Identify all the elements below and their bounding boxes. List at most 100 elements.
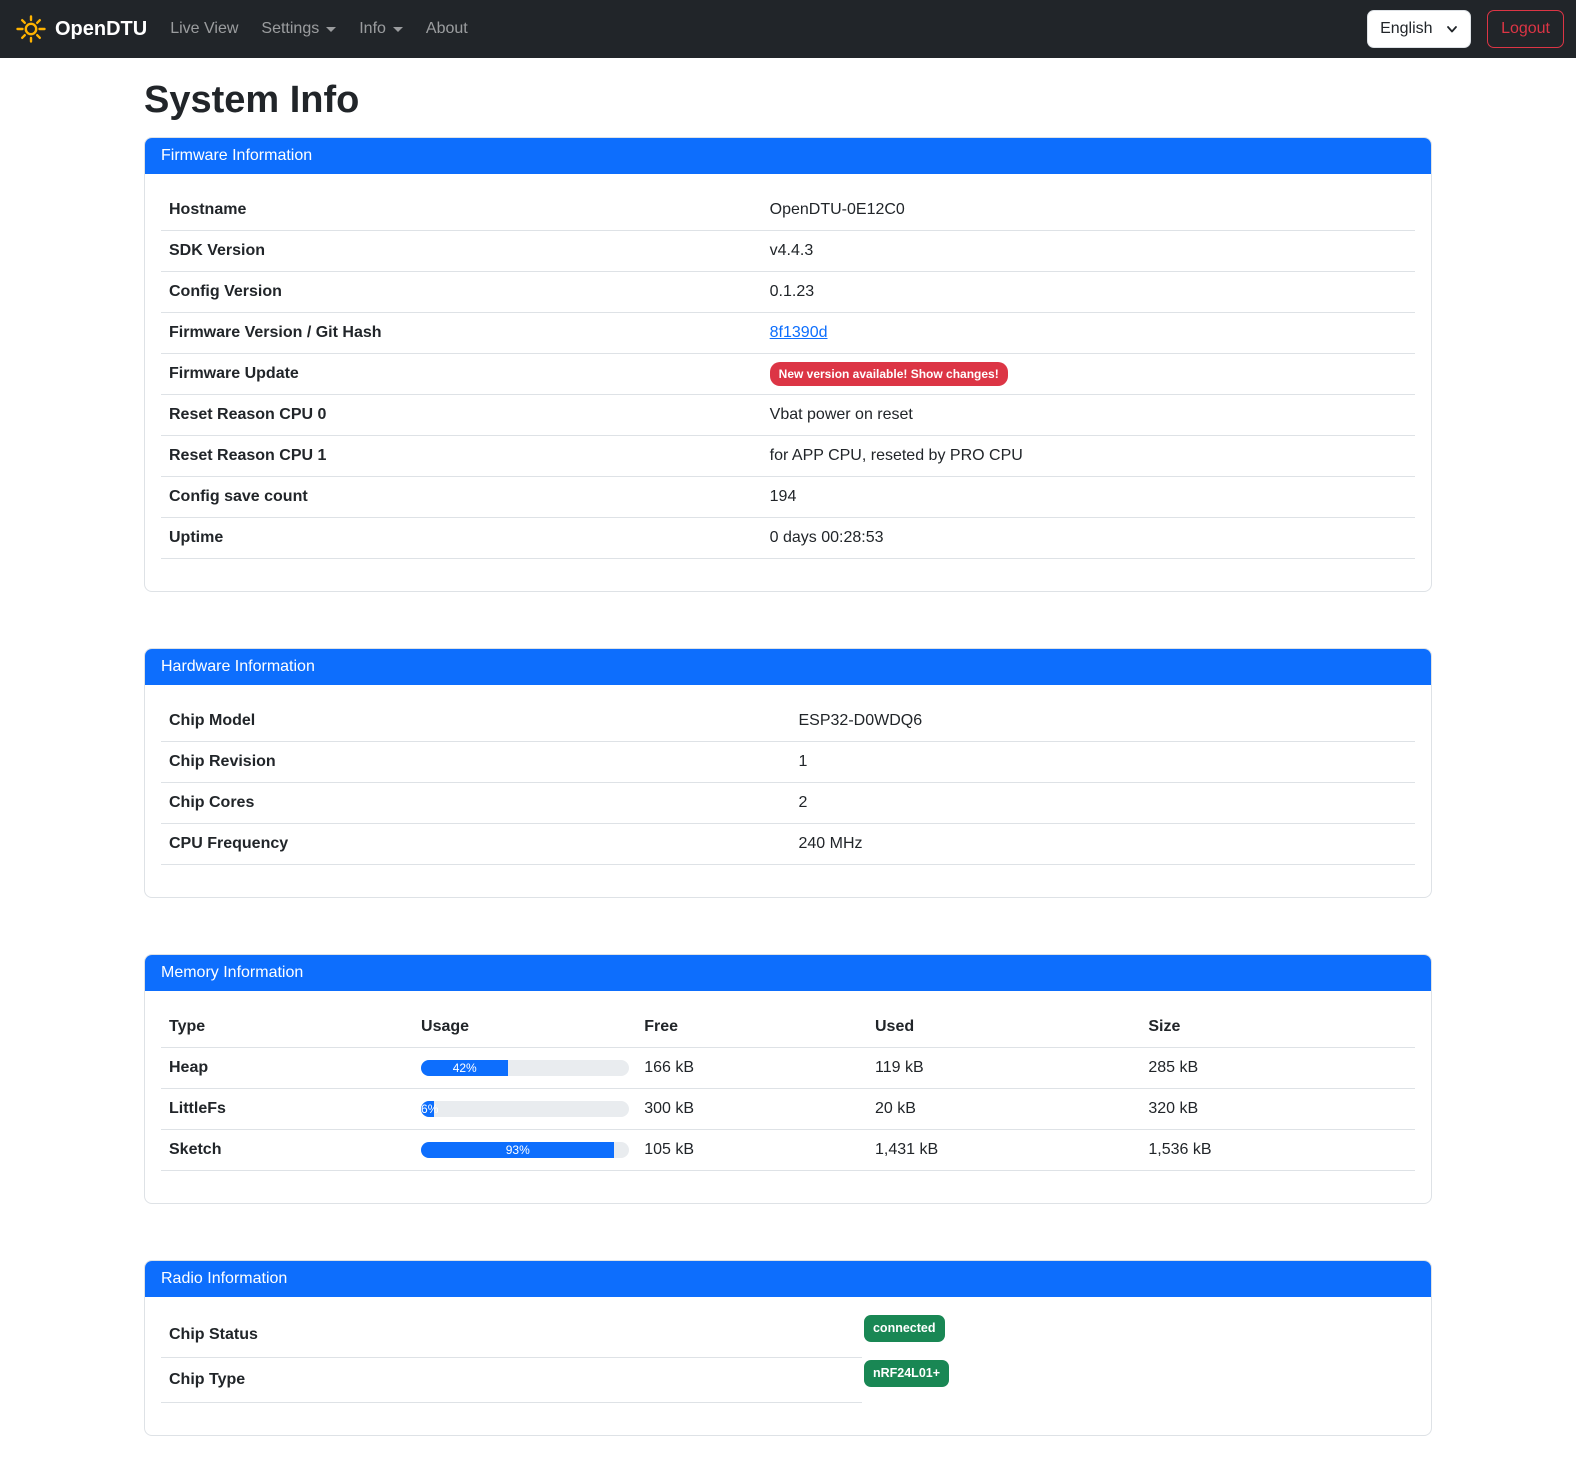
column-header-type: Type xyxy=(161,1007,413,1047)
card-header-radio: Radio Information xyxy=(145,1261,1431,1297)
radio-information-card: Radio Information Chip Status connected … xyxy=(144,1260,1432,1436)
progressbar-fill: 42% xyxy=(421,1060,508,1076)
page-title: System Info xyxy=(144,79,1432,122)
nav-item-info[interactable]: Info xyxy=(350,12,412,46)
progressbar-fill: 6% xyxy=(421,1101,433,1117)
table-row: Firmware Update New version available! S… xyxy=(161,354,1415,395)
nav-item-about[interactable]: About xyxy=(417,12,477,46)
row-label: Chip Model xyxy=(161,705,791,737)
row-label: Reset Reason CPU 0 xyxy=(161,399,762,431)
table-row: Reset Reason CPU 0 Vbat power on reset xyxy=(161,395,1415,436)
sketch-free-value: 105 kB xyxy=(636,1130,867,1170)
hostname-value: OpenDTU-0E12C0 xyxy=(762,194,1415,226)
table-row: Firmware Version / Git Hash 8f1390d xyxy=(161,313,1415,354)
memory-information-card: Memory Information Type Usage Free Used … xyxy=(144,954,1432,1204)
chip-type-badge: nRF24L01+ xyxy=(864,1360,949,1387)
new-version-badge[interactable]: New version available! Show changes! xyxy=(770,362,1008,386)
navbar: OpenDTU Live View Settings Info About En… xyxy=(0,0,1576,58)
cpu-frequency-value: 240 MHz xyxy=(791,828,1416,860)
memory-type-label: LittleFs xyxy=(161,1089,413,1129)
reset-reason-cpu0-value: Vbat power on reset xyxy=(762,399,1415,431)
table-row: Sketch 93% 105 kB 1,431 kB 1,536 kB xyxy=(161,1130,1415,1171)
littlefs-usage-progressbar: 6% xyxy=(421,1101,629,1117)
column-header-used: Used xyxy=(867,1007,1140,1047)
card-header-hardware: Hardware Information xyxy=(145,649,1431,685)
nav-item-label: About xyxy=(426,20,468,38)
table-row: CPU Frequency 240 MHz xyxy=(161,824,1415,865)
table-row: SDK Version v4.4.3 xyxy=(161,231,1415,272)
table-row: Chip Cores 2 xyxy=(161,783,1415,824)
memory-type-label: Sketch xyxy=(161,1130,413,1170)
memory-type-label: Heap xyxy=(161,1048,413,1088)
language-select[interactable]: English xyxy=(1367,10,1471,48)
caret-down-icon xyxy=(393,27,403,32)
chip-revision-value: 1 xyxy=(791,746,1416,778)
table-row: Chip Model ESP32-D0WDQ6 xyxy=(161,701,1415,742)
row-label: Chip Type xyxy=(161,1358,862,1403)
nav-item-settings[interactable]: Settings xyxy=(252,12,345,46)
sun-icon xyxy=(16,14,46,44)
logout-button[interactable]: Logout xyxy=(1487,10,1564,48)
language-select-value: English xyxy=(1380,20,1432,38)
progressbar-fill: 93% xyxy=(421,1142,614,1158)
hardware-information-card: Hardware Information Chip Model ESP32-D0… xyxy=(144,648,1432,898)
reset-reason-cpu1-value: for APP CPU, reseted by PRO CPU xyxy=(762,440,1415,472)
column-header-free: Free xyxy=(636,1007,867,1047)
hardware-table: Chip Model ESP32-D0WDQ6 Chip Revision 1 … xyxy=(161,701,1415,865)
sketch-usage-progressbar: 93% xyxy=(421,1142,629,1158)
chevron-down-icon xyxy=(1446,23,1458,35)
row-label: SDK Version xyxy=(161,235,762,267)
column-header-size: Size xyxy=(1140,1007,1415,1047)
table-row: Uptime 0 days 00:28:53 xyxy=(161,518,1415,559)
table-row: Heap 42% 166 kB 119 kB 285 kB xyxy=(161,1048,1415,1089)
brand-label: OpenDTU xyxy=(55,18,147,41)
row-label: Chip Revision xyxy=(161,746,791,778)
config-version-value: 0.1.23 xyxy=(762,276,1415,308)
uptime-value: 0 days 00:28:53 xyxy=(762,522,1415,554)
config-save-count-value: 194 xyxy=(762,481,1415,513)
nav-item-label: Live View xyxy=(170,20,238,38)
sketch-used-value: 1,431 kB xyxy=(867,1130,1140,1170)
nav-links: Live View Settings Info About xyxy=(161,12,482,46)
heap-free-value: 166 kB xyxy=(636,1048,867,1088)
firmware-table: Hostname OpenDTU-0E12C0 SDK Version v4.4… xyxy=(161,190,1415,559)
table-row: Reset Reason CPU 1 for APP CPU, reseted … xyxy=(161,436,1415,477)
git-hash-link[interactable]: 8f1390d xyxy=(770,324,828,341)
table-header-row: Type Usage Free Used Size xyxy=(161,1007,1415,1048)
sketch-size-value: 1,536 kB xyxy=(1140,1130,1415,1170)
row-label: Reset Reason CPU 1 xyxy=(161,440,762,472)
row-label: Config Version xyxy=(161,276,762,308)
nav-item-live-view[interactable]: Live View xyxy=(161,12,247,46)
chip-cores-value: 2 xyxy=(791,787,1416,819)
table-row: LittleFs 6% 300 kB 20 kB 320 kB xyxy=(161,1089,1415,1130)
table-row: Chip Revision 1 xyxy=(161,742,1415,783)
row-label: Config save count xyxy=(161,481,762,513)
row-label: Firmware Update xyxy=(161,358,762,390)
table-row: Chip Type nRF24L01+ xyxy=(161,1358,1415,1403)
row-label: Chip Status xyxy=(161,1313,862,1358)
littlefs-free-value: 300 kB xyxy=(636,1089,867,1129)
sdk-version-value: v4.4.3 xyxy=(762,235,1415,267)
table-row: Config save count 194 xyxy=(161,477,1415,518)
table-row: Chip Status connected xyxy=(161,1313,1415,1358)
row-label: Firmware Version / Git Hash xyxy=(161,317,762,349)
brand-link[interactable]: OpenDTU xyxy=(16,14,147,44)
table-row: Hostname OpenDTU-0E12C0 xyxy=(161,190,1415,231)
table-row: Config Version 0.1.23 xyxy=(161,272,1415,313)
heap-size-value: 285 kB xyxy=(1140,1048,1415,1088)
littlefs-used-value: 20 kB xyxy=(867,1089,1140,1129)
row-label: Chip Cores xyxy=(161,787,791,819)
card-header-firmware: Firmware Information xyxy=(145,138,1431,174)
nav-item-label: Info xyxy=(359,20,386,38)
chip-status-badge: connected xyxy=(864,1315,945,1342)
card-header-memory: Memory Information xyxy=(145,955,1431,991)
caret-down-icon xyxy=(326,27,336,32)
nav-item-label: Settings xyxy=(261,20,319,38)
firmware-information-card: Firmware Information Hostname OpenDTU-0E… xyxy=(144,137,1432,592)
heap-used-value: 119 kB xyxy=(867,1048,1140,1088)
memory-table: Type Usage Free Used Size Heap 42% 166 k… xyxy=(161,1007,1415,1171)
littlefs-size-value: 320 kB xyxy=(1140,1089,1415,1129)
row-label: Uptime xyxy=(161,522,762,554)
heap-usage-progressbar: 42% xyxy=(421,1060,629,1076)
radio-table: Chip Status connected Chip Type nRF24L01… xyxy=(161,1313,1415,1403)
